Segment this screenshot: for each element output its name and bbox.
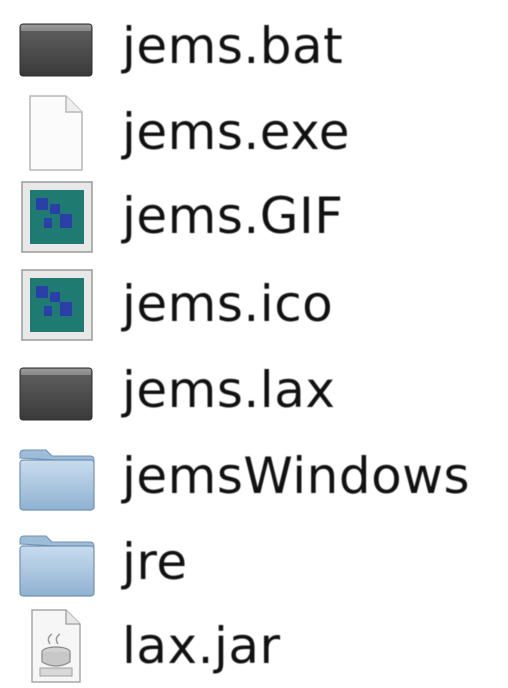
file-row-jems-exe[interactable]: jems.exe [0, 90, 508, 174]
file-row-jems-ico[interactable]: jems.ico [0, 262, 508, 346]
file-row-jems-lax[interactable]: jems.lax [0, 348, 508, 432]
java-jar-icon [16, 604, 100, 688]
file-name: jre [122, 533, 188, 591]
file-name: lax.jar [122, 617, 281, 675]
file-name: jems.bat [122, 17, 344, 75]
file-row-jems-bat[interactable]: jems.bat [0, 4, 508, 88]
folder-icon [16, 434, 100, 518]
file-name: jems.GIF [122, 187, 344, 245]
file-row-jems-gif[interactable]: jems.GIF [0, 174, 508, 258]
file-row-jemswindows[interactable]: jemsWindows [0, 434, 508, 518]
image-icon [16, 174, 100, 258]
file-name: jems.ico [122, 275, 334, 333]
folder-icon [16, 520, 100, 604]
file-row-jre[interactable]: jre [0, 520, 508, 604]
file-row-lax-jar[interactable]: lax.jar [0, 604, 508, 688]
image-icon [16, 262, 100, 346]
terminal-icon [16, 348, 100, 432]
document-icon [16, 90, 100, 174]
file-name: jems.exe [122, 103, 350, 161]
file-list: jems.bat jems.exe jems.GIF jems.ico jems… [0, 0, 508, 684]
file-name: jems.lax [122, 361, 336, 419]
file-name: jemsWindows [122, 447, 471, 505]
terminal-icon [16, 4, 100, 88]
